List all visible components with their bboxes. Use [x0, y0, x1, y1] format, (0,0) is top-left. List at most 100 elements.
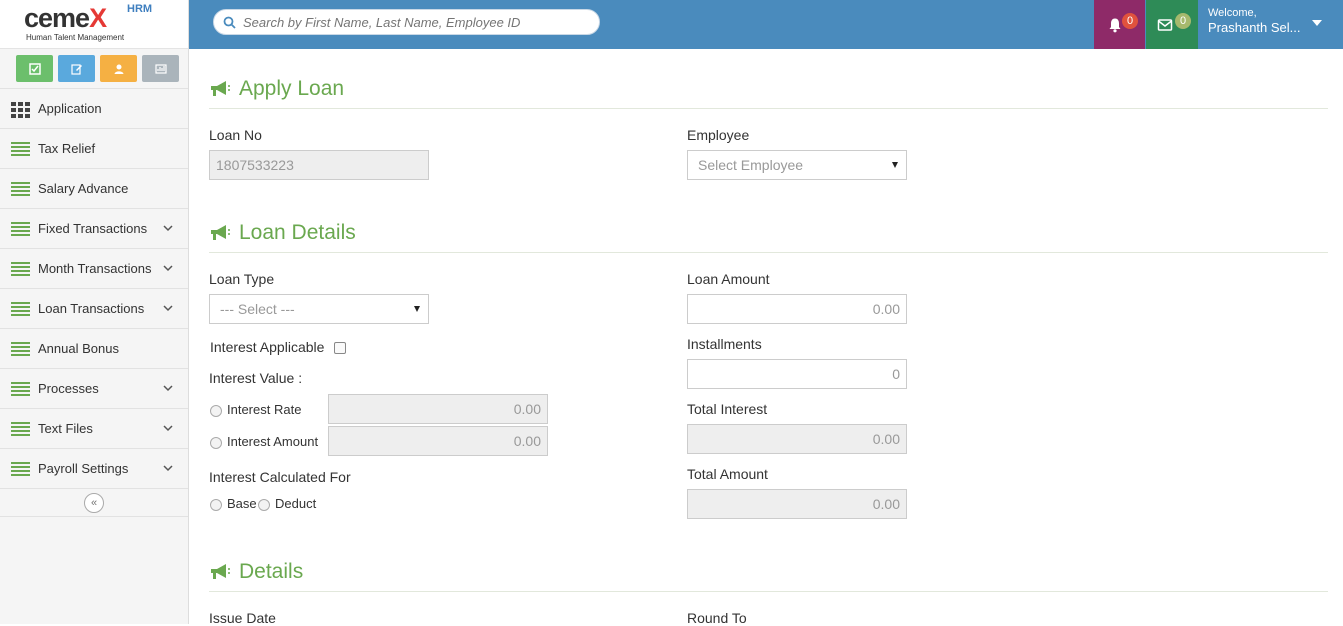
sidebar-item-annual-bonus[interactable]: Annual Bonus	[0, 329, 188, 369]
welcome-text: Welcome,	[1208, 7, 1257, 19]
interest-amount-label: Interest Amount	[227, 434, 319, 449]
sidebar-item-loan-transactions[interactable]: Loan Transactions	[0, 289, 188, 329]
total-interest-label: Total Interest	[687, 401, 768, 417]
chevron-down-icon	[163, 425, 173, 432]
total-amount-label: Total Amount	[687, 466, 768, 482]
interest-rate-label: Interest Rate	[227, 402, 302, 417]
loan-type-label: Loan Type	[209, 271, 275, 287]
chart-icon[interactable]	[142, 55, 179, 82]
loan-no-label: Loan No	[209, 127, 262, 143]
main-content: Apply Loan Loan No 1807533223 Employee S…	[189, 49, 1343, 626]
user-name: Prashanth Sel...	[1208, 20, 1301, 35]
sidebar-item-month-transactions[interactable]: Month Transactions	[0, 249, 188, 289]
grid-icon	[11, 101, 30, 118]
bell-icon	[1109, 18, 1120, 32]
deduct-label: Deduct	[275, 496, 317, 511]
bullhorn-icon	[211, 563, 230, 579]
total-interest-field[interactable]: 0.00	[687, 424, 907, 454]
sidebar-item-label: Month Transactions	[38, 261, 152, 276]
loan-type-select[interactable]: --- Select ---	[209, 294, 429, 324]
loan-amount-input[interactable]: 0.00	[687, 294, 907, 324]
logo-hrm: HRM	[127, 3, 153, 15]
sidebar-item-application[interactable]: Application	[0, 89, 188, 129]
section-apply-loan: Apply Loan	[209, 69, 1328, 109]
sidebar-menu: Application Tax Relief Salary Advance Fi…	[0, 89, 188, 489]
installments-input[interactable]: 0	[687, 359, 907, 389]
user-menu[interactable]: Welcome, Prashanth Sel...	[1200, 0, 1328, 49]
list-icon	[11, 141, 30, 156]
search-input[interactable]	[243, 14, 583, 30]
sidebar-item-label: Payroll Settings	[38, 461, 129, 476]
logo-text: ceme	[24, 3, 90, 33]
list-icon	[11, 421, 30, 436]
sidebar-item-fixed-transactions[interactable]: Fixed Transactions	[0, 209, 188, 249]
sidebar-item-label: Annual Bonus	[38, 341, 119, 356]
chevron-down-icon	[163, 465, 173, 472]
loan-no-field[interactable]: 1807533223	[209, 150, 429, 180]
interest-amount-radio[interactable]	[210, 437, 222, 449]
interest-amount-input[interactable]: 0.00	[328, 426, 548, 456]
caret-down-icon	[892, 162, 898, 168]
sidebar-item-tax-relief[interactable]: Tax Relief	[0, 129, 188, 169]
sidebar-item-label: Application	[38, 101, 102, 116]
chevron-down-icon	[163, 265, 173, 272]
sidebar-item-label: Salary Advance	[38, 181, 129, 196]
list-icon	[11, 221, 30, 236]
search-box[interactable]	[213, 9, 600, 35]
sidebar-collapse: «	[0, 489, 188, 517]
collapse-sidebar-button[interactable]: «	[84, 492, 104, 513]
logo[interactable]: cemeX HRM Human Talent Management	[0, 0, 188, 49]
interest-calc-label: Interest Calculated For	[209, 469, 351, 485]
loan-type-select-value: --- Select ---	[220, 301, 295, 317]
list-icon	[11, 341, 30, 356]
edit-icon[interactable]	[58, 55, 95, 82]
bullhorn-icon	[211, 224, 230, 240]
interest-applicable-checkbox[interactable]	[334, 342, 346, 354]
sidebar-item-text-files[interactable]: Text Files	[0, 409, 188, 449]
section-title: Details	[239, 559, 304, 583]
caret-down-icon	[1312, 20, 1322, 26]
chevron-down-icon	[163, 225, 173, 232]
employee-select[interactable]: Select Employee	[687, 150, 907, 180]
chevron-down-icon	[163, 385, 173, 392]
deduct-radio[interactable]	[258, 499, 270, 511]
messages-button[interactable]: 0	[1146, 0, 1198, 49]
sidebar-item-payroll-settings[interactable]: Payroll Settings	[0, 449, 188, 489]
list-icon	[11, 261, 30, 276]
interest-value-label: Interest Value :	[209, 370, 303, 386]
employee-select-value: Select Employee	[698, 157, 804, 173]
sidebar-item-salary-advance[interactable]: Salary Advance	[0, 169, 188, 209]
envelope-icon	[1157, 18, 1173, 31]
section-title: Loan Details	[239, 220, 356, 244]
user-icon[interactable]	[100, 55, 137, 82]
base-radio[interactable]	[210, 499, 222, 511]
list-icon	[11, 181, 30, 196]
messages-badge: 0	[1175, 13, 1191, 29]
interest-rate-radio[interactable]	[210, 405, 222, 417]
notifications-button[interactable]: 0	[1094, 0, 1145, 49]
employee-label: Employee	[687, 127, 750, 143]
logo-subtitle: Human Talent Management	[26, 33, 125, 42]
caret-down-icon	[414, 306, 420, 312]
total-amount-field[interactable]: 0.00	[687, 489, 907, 519]
bullhorn-icon	[211, 80, 230, 96]
sidebar-item-label: Text Files	[38, 421, 93, 436]
section-loan-details: Loan Details	[209, 213, 1328, 253]
interest-rate-input[interactable]: 0.00	[328, 394, 548, 424]
check-square-icon[interactable]	[16, 55, 53, 82]
list-icon	[11, 381, 30, 396]
section-title: Apply Loan	[239, 76, 345, 100]
section-details: Details	[209, 552, 1328, 592]
quick-actions	[0, 49, 188, 89]
sidebar-item-label: Tax Relief	[38, 141, 96, 156]
chevron-down-icon	[163, 305, 173, 312]
logo-x: X	[89, 3, 107, 33]
sidebar-item-label: Loan Transactions	[38, 301, 145, 316]
topbar: 0 0 Welcome, Prashanth Sel...	[189, 0, 1343, 49]
sidebar-item-label: Processes	[38, 381, 99, 396]
interest-applicable-label: Interest Applicable	[210, 339, 325, 355]
sidebar-item-processes[interactable]: Processes	[0, 369, 188, 409]
search-icon	[223, 16, 236, 29]
notifications-badge: 0	[1122, 13, 1138, 29]
sidebar-item-label: Fixed Transactions	[38, 221, 148, 236]
